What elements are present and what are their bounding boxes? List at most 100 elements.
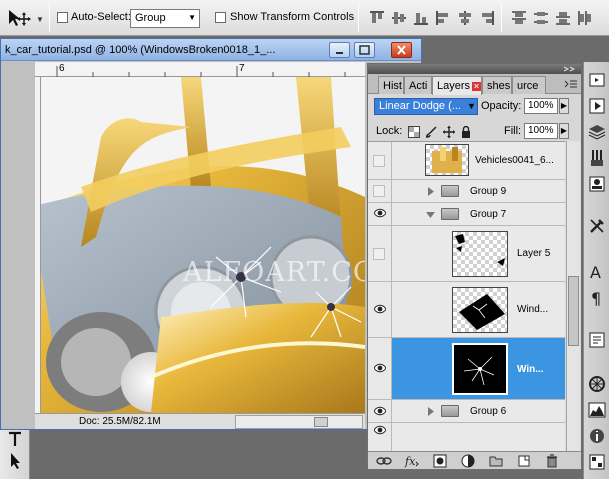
visibility-toggle[interactable] (368, 203, 392, 225)
panel-header[interactable] (368, 64, 581, 74)
align-horizontal-centers-icon[interactable] (456, 9, 474, 27)
collapse-triangle-icon[interactable] (426, 211, 435, 219)
layer-row[interactable]: Vehicles0041_6... (368, 142, 565, 180)
layer-style-icon[interactable]: fx (404, 454, 420, 468)
tab-source[interactable]: urce (512, 76, 546, 94)
tab-label: shes (487, 80, 511, 92)
styles-icon[interactable] (587, 452, 607, 472)
visibility-toggle[interactable] (368, 226, 392, 281)
document-titlebar[interactable]: k_car_tutorial.psd @ 100% (WindowsBroken… (1, 39, 421, 61)
horizontal-scrollbar[interactable] (235, 415, 363, 429)
trash-icon[interactable] (544, 454, 560, 468)
visibility-toggle[interactable] (368, 338, 392, 399)
layers-stack-icon[interactable] (587, 122, 607, 142)
opacity-field[interactable]: 100% (524, 98, 558, 114)
lock-transparent-pixels-icon[interactable] (408, 126, 420, 138)
layer-row[interactable]: Wind... (368, 282, 565, 338)
fill-field[interactable]: 100% (524, 123, 558, 139)
opacity-label: Opacity: (481, 100, 522, 112)
auto-select-dropdown[interactable]: Group ▼ (130, 9, 200, 28)
info-icon[interactable] (587, 426, 607, 446)
layer-row[interactable]: Group 6 (368, 400, 565, 423)
paragraph-icon[interactable]: ¶ (587, 288, 607, 308)
visibility-toggle[interactable] (368, 180, 392, 202)
scrollbar-thumb[interactable] (314, 417, 328, 427)
lock-all-icon[interactable] (460, 126, 472, 138)
scrollbar-thumb[interactable] (568, 276, 579, 346)
expand-triangle-icon[interactable] (427, 187, 435, 196)
align-left-edges-icon[interactable] (434, 9, 452, 27)
panel-menu-icon[interactable] (564, 79, 578, 89)
layer-row-selected[interactable]: Win... (368, 338, 565, 400)
visibility-toggle[interactable] (368, 282, 392, 337)
auto-select-checkbox[interactable] (57, 12, 68, 23)
align-vertical-centers-icon[interactable] (390, 9, 408, 27)
close-button[interactable] (391, 42, 412, 58)
distribute-bottom-edges-icon[interactable] (554, 9, 572, 27)
tab-actions[interactable]: Acti (404, 76, 432, 94)
align-right-edges-icon[interactable] (478, 9, 496, 27)
layer-name: Vehicles0041_6... (475, 155, 554, 166)
lock-position-icon[interactable] (443, 126, 455, 138)
blend-mode-dropdown[interactable]: Linear Dodge (... (374, 98, 478, 115)
tab-label: Acti (409, 80, 428, 92)
histogram-icon[interactable] (587, 400, 607, 420)
distribute-left-edges-icon[interactable] (576, 9, 594, 27)
ruler-ticks (56, 66, 346, 77)
svg-text:¶: ¶ (591, 289, 601, 308)
tool-preset-picker[interactable]: ▼ (4, 5, 44, 31)
visibility-toggle[interactable] (368, 142, 392, 179)
layer-row[interactable] (368, 423, 565, 451)
align-top-edges-icon[interactable] (368, 9, 386, 27)
expand-triangle-icon[interactable] (427, 407, 435, 416)
notes-icon[interactable] (587, 330, 607, 350)
new-group-icon[interactable] (488, 454, 504, 468)
tab-brushes[interactable]: shes (482, 76, 512, 94)
opacity-arrow-icon[interactable]: ▶ (559, 98, 569, 114)
layer-thumbnail (425, 144, 469, 176)
layer-name: Layer 5 (517, 248, 551, 259)
window-thumbnail-image (459, 294, 505, 330)
layer-row[interactable]: Group 9 (368, 180, 565, 203)
separator (358, 4, 359, 32)
play-action-icon[interactable] (587, 96, 607, 116)
visibility-toggle[interactable] (368, 423, 392, 451)
lock-label: Lock: (376, 125, 403, 137)
layer-row[interactable]: Layer 5 (368, 226, 565, 282)
close-icon[interactable]: ✕ (472, 82, 481, 91)
layers-scrollbar[interactable] (566, 141, 580, 451)
character-icon[interactable]: A (587, 262, 607, 282)
chevron-down-icon[interactable]: ▼ (467, 101, 476, 111)
lock-image-pixels-icon[interactable] (426, 126, 438, 138)
path-selection-tool[interactable] (3, 451, 27, 471)
maximize-button[interactable] (354, 42, 375, 58)
tab-history[interactable]: Hist (378, 76, 404, 94)
chevron-down-icon: ▼ (36, 15, 44, 24)
tools-icon[interactable] (587, 216, 607, 236)
link-layers-icon[interactable] (376, 454, 392, 468)
fill-arrow-icon[interactable]: ▶ (559, 123, 569, 139)
color-wheel-icon[interactable] (587, 374, 607, 394)
eye-icon (374, 425, 386, 435)
path-selection-icon (11, 453, 20, 469)
folder-icon (441, 185, 459, 197)
canvas[interactable]: ALFOART.COM (41, 77, 365, 413)
show-transform-checkbox[interactable] (215, 12, 226, 23)
align-bottom-edges-icon[interactable] (412, 9, 430, 27)
distribute-vertical-centers-icon[interactable] (532, 9, 550, 27)
layer-row[interactable]: Group 7 (368, 203, 565, 226)
new-layer-icon[interactable] (516, 454, 532, 468)
layer-mask-icon[interactable] (432, 454, 448, 468)
tab-layers[interactable]: Layers ✕ (432, 76, 482, 95)
visibility-toggle[interactable] (368, 400, 392, 422)
distribute-top-edges-icon[interactable] (510, 9, 528, 27)
navigator-icon[interactable] (587, 70, 607, 90)
status-bar: Doc: 25.5M/82.1M (35, 413, 365, 429)
type-tool[interactable] (3, 429, 27, 449)
brushes-icon[interactable] (587, 148, 607, 168)
svg-text:A: A (590, 263, 601, 282)
adjustment-layer-icon[interactable] (460, 454, 476, 468)
clone-source-icon[interactable] (587, 174, 607, 194)
document-size[interactable]: Doc: 25.5M/82.1M (79, 416, 161, 427)
minimize-button[interactable] (329, 42, 350, 58)
